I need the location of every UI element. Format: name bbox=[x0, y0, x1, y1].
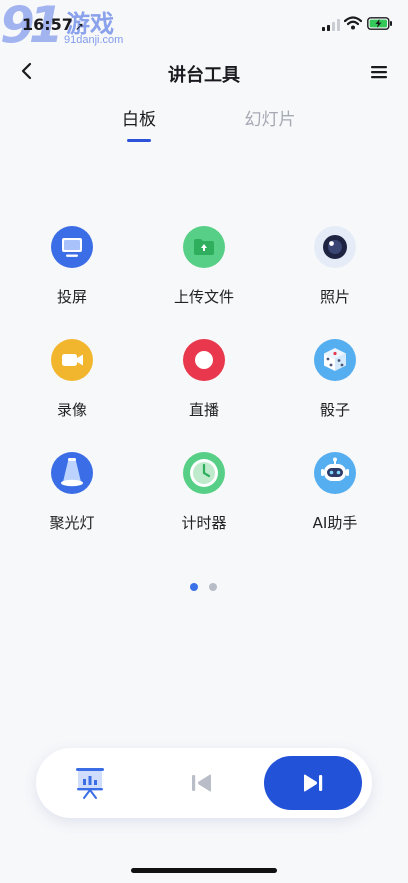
home-indicator bbox=[131, 868, 277, 873]
tool-ai-assistant[interactable]: AI助手 bbox=[280, 452, 390, 552]
robot-icon bbox=[314, 452, 356, 494]
wifi-icon bbox=[344, 16, 362, 30]
camera-lens-icon bbox=[314, 226, 356, 268]
spotlight-icon bbox=[51, 452, 93, 494]
tool-label: 照片 bbox=[319, 288, 350, 306]
next-slide-button[interactable] bbox=[264, 756, 362, 810]
pager-dot-1[interactable] bbox=[190, 583, 198, 591]
tool-screen-cast[interactable]: 投屏 bbox=[17, 226, 127, 326]
tab-whiteboard[interactable]: 白板 bbox=[99, 105, 179, 130]
status-bar: 91 游戏 91danji.com 16:57 ➚ bbox=[0, 0, 408, 54]
nav-bar: 讲台工具 bbox=[0, 52, 408, 92]
video-camera-icon bbox=[51, 339, 93, 381]
tab-slides[interactable]: 幻灯片 bbox=[230, 105, 310, 130]
tool-label: 录像 bbox=[56, 401, 87, 419]
folder-upload-icon bbox=[183, 226, 225, 268]
pager-dot-2[interactable] bbox=[209, 583, 217, 591]
location-icon: ➚ bbox=[74, 20, 85, 33]
tool-label: 骰子 bbox=[319, 401, 350, 419]
status-time-text: 16:57 bbox=[22, 15, 73, 34]
screen: 91 游戏 91danji.com 16:57 ➚ 讲台工具 白板 幻灯片 投屏… bbox=[0, 0, 408, 883]
tool-photo[interactable]: 照片 bbox=[280, 226, 390, 326]
tool-label: 上传文件 bbox=[173, 288, 234, 306]
tool-label: 计时器 bbox=[181, 514, 227, 532]
tool-upload-file[interactable]: 上传文件 bbox=[149, 226, 259, 326]
monitor-icon bbox=[51, 226, 93, 268]
tool-label: AI助手 bbox=[312, 514, 358, 532]
tab-bar: 白板 幻灯片 bbox=[0, 105, 408, 147]
tool-timer[interactable]: 计时器 bbox=[149, 452, 259, 552]
clock-timer-icon bbox=[183, 452, 225, 494]
tool-live-stream[interactable]: 直播 bbox=[149, 339, 259, 439]
live-record-icon bbox=[183, 339, 225, 381]
tool-record-video[interactable]: 录像 bbox=[17, 339, 127, 439]
skip-previous-icon[interactable] bbox=[190, 772, 214, 794]
tool-label: 聚光灯 bbox=[49, 514, 95, 532]
tool-label: 投屏 bbox=[56, 288, 87, 306]
dice-icon bbox=[314, 339, 356, 381]
active-tab-indicator bbox=[127, 139, 151, 142]
battery-charging-icon bbox=[367, 17, 392, 30]
status-time: 16:57 ➚ bbox=[22, 15, 84, 34]
tool-spotlight[interactable]: 聚光灯 bbox=[17, 452, 127, 552]
presentation-icon[interactable] bbox=[74, 766, 106, 800]
cellular-signal-icon bbox=[322, 19, 340, 31]
bottom-control-bar bbox=[36, 748, 372, 818]
tool-label: 直播 bbox=[188, 401, 219, 419]
skip-next-icon bbox=[304, 774, 323, 792]
watermark-url: 91danji.com bbox=[64, 34, 124, 46]
tool-dice[interactable]: 骰子 bbox=[280, 339, 390, 439]
menu-button[interactable] bbox=[370, 64, 388, 80]
page-title: 讲台工具 bbox=[168, 65, 240, 86]
